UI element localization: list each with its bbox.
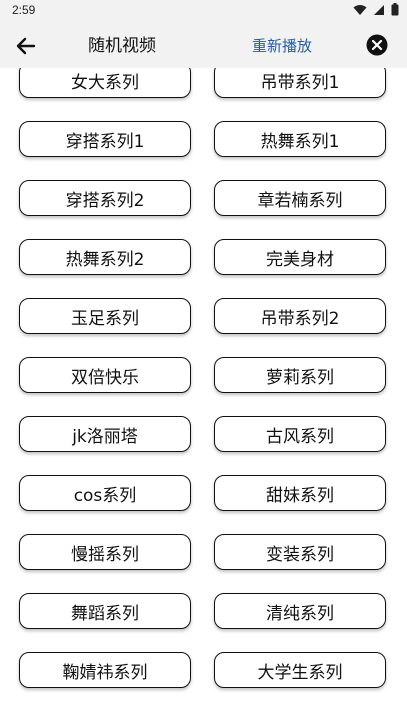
category-button[interactable]: 双倍快乐 xyxy=(19,357,191,393)
page-title: 随机视频 xyxy=(88,36,156,56)
category-button[interactable]: 清纯系列 xyxy=(214,593,386,629)
category-button[interactable]: 完美身材 xyxy=(214,239,386,275)
category-button[interactable]: 大学生系列 xyxy=(214,652,386,688)
category-row: 女大系列 吊带系列1 xyxy=(0,68,407,121)
category-row: 舞蹈系列 清纯系列 xyxy=(0,593,407,652)
category-button[interactable]: 女大系列 xyxy=(19,68,191,98)
close-circle-icon[interactable] xyxy=(366,34,388,56)
status-bar: 2:59 xyxy=(0,0,407,24)
category-button[interactable]: 变装系列 xyxy=(214,534,386,570)
category-button[interactable]: 慢摇系列 xyxy=(19,534,191,570)
category-button[interactable]: 吊带系列2 xyxy=(214,298,386,334)
category-button[interactable]: 吊带系列1 xyxy=(214,68,386,98)
category-grid: 女大系列 吊带系列1 穿搭系列1 热舞系列1 穿搭系列2 章若楠系列 热舞系列2… xyxy=(0,68,407,723)
category-button[interactable]: 穿搭系列1 xyxy=(19,121,191,157)
signal-icon xyxy=(374,4,384,15)
status-time: 2:59 xyxy=(12,3,36,17)
status-icons xyxy=(353,3,399,16)
category-row: 鞠婧祎系列 大学生系列 xyxy=(0,652,407,711)
category-button[interactable]: cos系列 xyxy=(19,475,191,511)
category-row: 双倍快乐 萝莉系列 xyxy=(0,357,407,416)
category-row: 玉足系列 吊带系列2 xyxy=(0,298,407,357)
arrow-left-icon[interactable] xyxy=(14,34,38,58)
category-row: cos系列 甜妹系列 xyxy=(0,475,407,534)
category-row: 慢摇系列 变装系列 xyxy=(0,534,407,593)
replay-button[interactable]: 重新播放 xyxy=(252,34,312,58)
battery-icon xyxy=(391,3,399,16)
app-header: 随机视频 重新播放 xyxy=(0,24,407,68)
category-button[interactable]: jk洛丽塔 xyxy=(19,416,191,452)
category-button[interactable]: 热舞系列1 xyxy=(214,121,386,157)
category-button[interactable]: 舞蹈系列 xyxy=(19,593,191,629)
category-row: 穿搭系列2 章若楠系列 xyxy=(0,180,407,239)
category-button[interactable]: 章若楠系列 xyxy=(214,180,386,216)
category-button[interactable]: 穿搭系列2 xyxy=(19,180,191,216)
category-button[interactable]: 古风系列 xyxy=(214,416,386,452)
category-row: 热舞系列2 完美身材 xyxy=(0,239,407,298)
category-row: jk洛丽塔 古风系列 xyxy=(0,416,407,475)
category-row: 穿搭系列1 热舞系列1 xyxy=(0,121,407,180)
category-button[interactable]: 玉足系列 xyxy=(19,298,191,334)
category-button[interactable]: 萝莉系列 xyxy=(214,357,386,393)
category-button[interactable]: 热舞系列2 xyxy=(19,239,191,275)
category-button[interactable]: 鞠婧祎系列 xyxy=(19,652,191,688)
category-list: 女大系列 吊带系列1 穿搭系列1 热舞系列1 穿搭系列2 章若楠系列 热舞系列2… xyxy=(0,68,407,711)
wifi-icon xyxy=(353,4,367,15)
category-button[interactable]: 甜妹系列 xyxy=(214,475,386,511)
